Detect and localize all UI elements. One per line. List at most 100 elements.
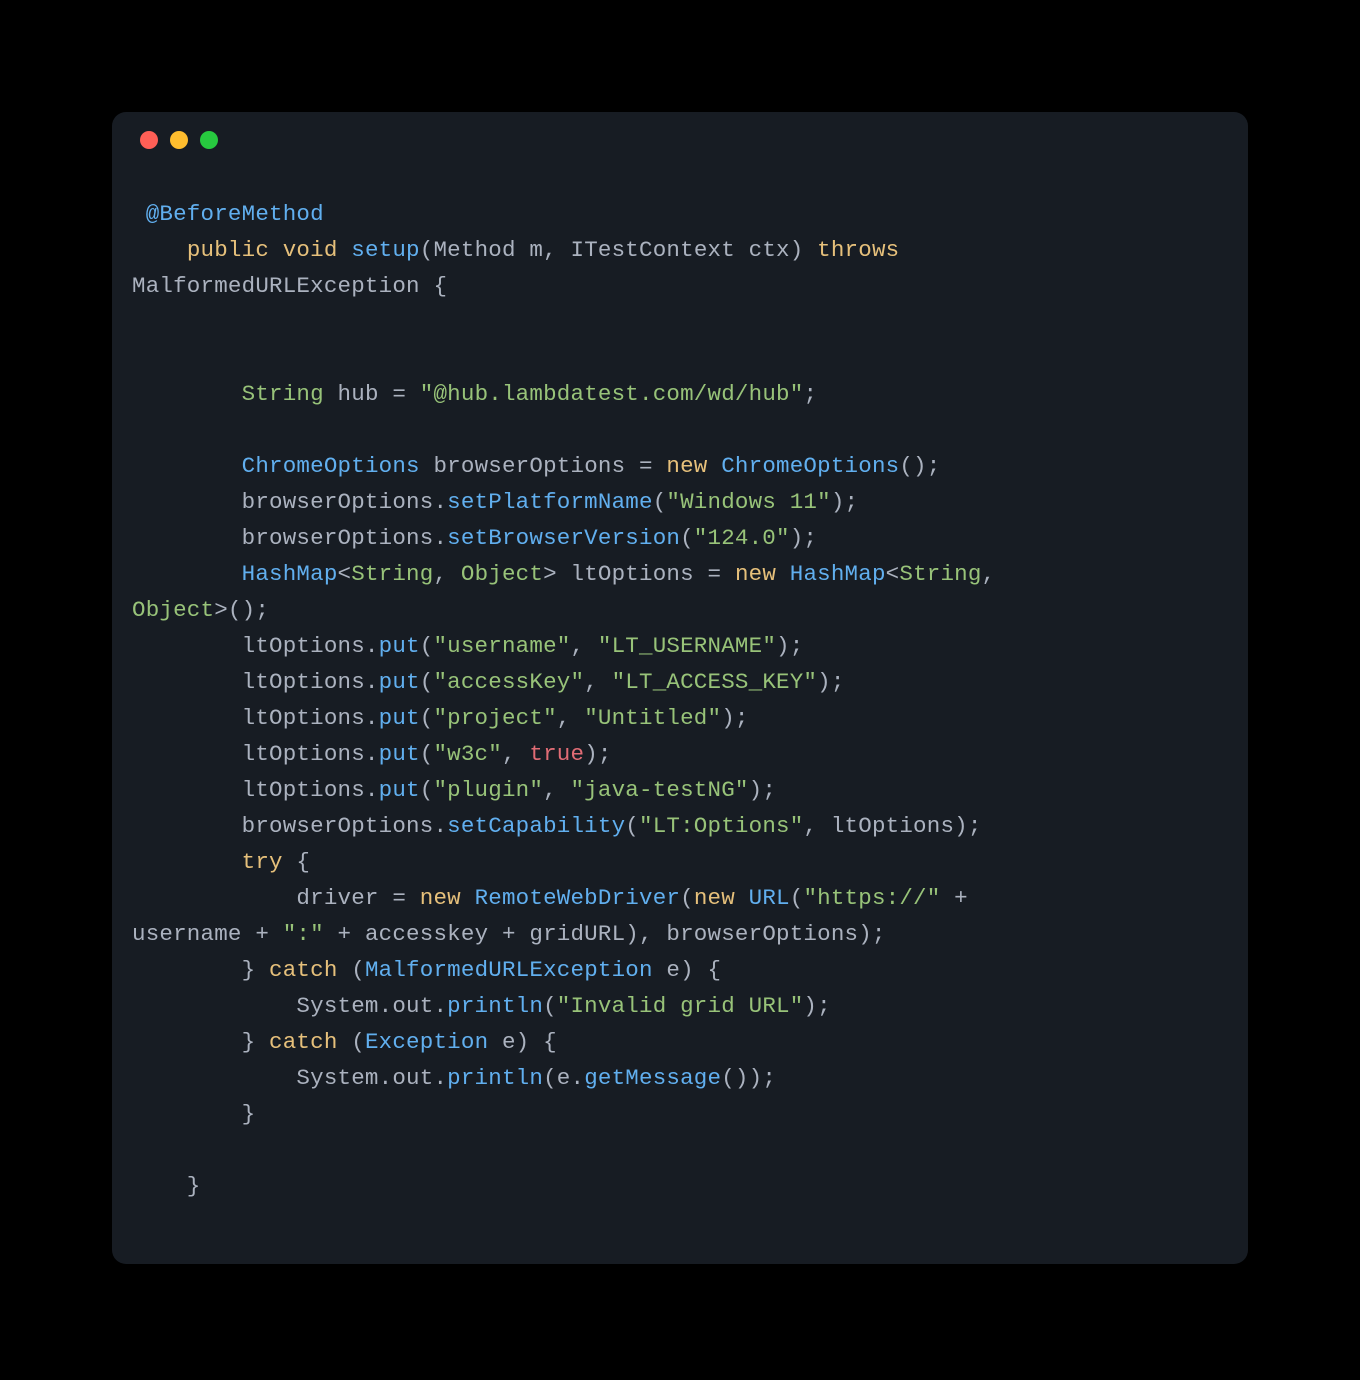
code-token: URL bbox=[749, 885, 790, 911]
code-token: "LT:Options" bbox=[639, 813, 803, 839]
code-token: (e. bbox=[543, 1065, 584, 1091]
code-token: getMessage bbox=[584, 1065, 721, 1091]
code-token bbox=[899, 237, 913, 263]
code-token: ( bbox=[625, 813, 639, 839]
code-token: MalformedURLException bbox=[365, 957, 653, 983]
code-token bbox=[132, 381, 242, 407]
code-token bbox=[338, 237, 352, 263]
code-token: new bbox=[735, 561, 776, 587]
code-token: } bbox=[132, 1173, 201, 1199]
code-token: , bbox=[982, 561, 1009, 587]
code-token: "java-testNG" bbox=[570, 777, 748, 803]
code-token: ); bbox=[831, 489, 858, 515]
code-token: ( bbox=[420, 669, 434, 695]
code-token: ); bbox=[803, 993, 830, 1019]
code-token: try bbox=[242, 849, 283, 875]
code-token: } bbox=[132, 957, 269, 983]
code-token: ( bbox=[420, 237, 434, 263]
code-token: ltOptions. bbox=[132, 633, 379, 659]
code-token: put bbox=[379, 633, 420, 659]
code-token: } bbox=[132, 1101, 255, 1127]
code-token: ( bbox=[338, 957, 365, 983]
code-token: new bbox=[694, 885, 735, 911]
code-token: "plugin" bbox=[433, 777, 543, 803]
code-token: void bbox=[283, 237, 338, 263]
code-token bbox=[461, 885, 475, 911]
code-token: driver = bbox=[132, 885, 420, 911]
code-token: ; bbox=[803, 381, 817, 407]
code-token: setBrowserVersion bbox=[447, 525, 680, 551]
close-icon[interactable] bbox=[140, 131, 158, 149]
code-token: setPlatformName bbox=[447, 489, 653, 515]
code-token: HashMap bbox=[790, 561, 886, 587]
code-token: ); bbox=[584, 741, 611, 767]
code-token: String bbox=[351, 561, 433, 587]
code-token: HashMap bbox=[242, 561, 338, 587]
code-token: System.out. bbox=[132, 1065, 447, 1091]
code-token: put bbox=[379, 777, 420, 803]
zoom-icon[interactable] bbox=[200, 131, 218, 149]
code-token bbox=[132, 201, 146, 227]
code-token: ( bbox=[680, 885, 694, 911]
code-token: + bbox=[940, 885, 981, 911]
code-token: "LT_USERNAME" bbox=[598, 633, 776, 659]
code-token: RemoteWebDriver bbox=[475, 885, 681, 911]
code-token: String bbox=[899, 561, 981, 587]
code-token: "LT_ACCESS_KEY" bbox=[612, 669, 818, 695]
code-token: ( bbox=[420, 777, 434, 803]
code-token: , bbox=[502, 741, 529, 767]
code-token: ); bbox=[817, 669, 844, 695]
code-token: m, bbox=[516, 237, 571, 263]
code-token: ); bbox=[721, 705, 748, 731]
code-token: , bbox=[557, 705, 584, 731]
code-window: @BeforeMethod public void setup(Method m… bbox=[112, 112, 1248, 1264]
code-token: true bbox=[529, 741, 584, 767]
code-token: browserOptions. bbox=[132, 489, 447, 515]
code-token: >(); bbox=[214, 597, 269, 623]
code-token bbox=[132, 849, 242, 875]
code-token: } bbox=[132, 1029, 269, 1055]
code-block: @BeforeMethod public void setup(Method m… bbox=[112, 168, 1248, 1232]
code-token: ltOptions. bbox=[132, 705, 379, 731]
code-token: Exception bbox=[365, 1029, 488, 1055]
code-token: browserOptions. bbox=[132, 525, 447, 551]
code-token bbox=[776, 561, 790, 587]
code-token: "Invalid grid URL" bbox=[557, 993, 804, 1019]
code-token: ( bbox=[653, 489, 667, 515]
code-token: ":" bbox=[283, 921, 324, 947]
code-token: Object bbox=[132, 597, 214, 623]
code-token: "project" bbox=[433, 705, 556, 731]
code-token: ltOptions. bbox=[132, 741, 379, 767]
code-token: "w3c" bbox=[433, 741, 502, 767]
code-token: hub = bbox=[324, 381, 420, 407]
code-token: ctx) bbox=[735, 237, 817, 263]
code-token: ); bbox=[790, 525, 817, 551]
code-token: e) { bbox=[488, 1029, 557, 1055]
code-token: "username" bbox=[433, 633, 570, 659]
code-token: e) { bbox=[653, 957, 722, 983]
code-token bbox=[132, 237, 187, 263]
code-token: + accesskey + gridURL), browserOptions); bbox=[324, 921, 886, 947]
code-token: browserOptions. bbox=[132, 813, 447, 839]
code-token: ChromeOptions bbox=[721, 453, 899, 479]
code-token: "124.0" bbox=[694, 525, 790, 551]
code-token: public bbox=[187, 237, 269, 263]
code-token: "Windows 11" bbox=[666, 489, 830, 515]
code-token: ChromeOptions bbox=[242, 453, 420, 479]
code-token: ( bbox=[420, 741, 434, 767]
code-token: println bbox=[447, 993, 543, 1019]
code-token: , bbox=[584, 669, 611, 695]
code-token: Object bbox=[461, 561, 543, 587]
code-token: new bbox=[420, 885, 461, 911]
code-token: , bbox=[543, 777, 570, 803]
code-token bbox=[132, 453, 242, 479]
code-token: ( bbox=[420, 705, 434, 731]
code-token: "Untitled" bbox=[584, 705, 721, 731]
code-token: put bbox=[379, 705, 420, 731]
minimize-icon[interactable] bbox=[170, 131, 188, 149]
code-token bbox=[735, 885, 749, 911]
code-token: setCapability bbox=[447, 813, 625, 839]
code-token: ); bbox=[776, 633, 803, 659]
code-token: ITestContext bbox=[571, 237, 735, 263]
code-token: > ltOptions = bbox=[543, 561, 735, 587]
